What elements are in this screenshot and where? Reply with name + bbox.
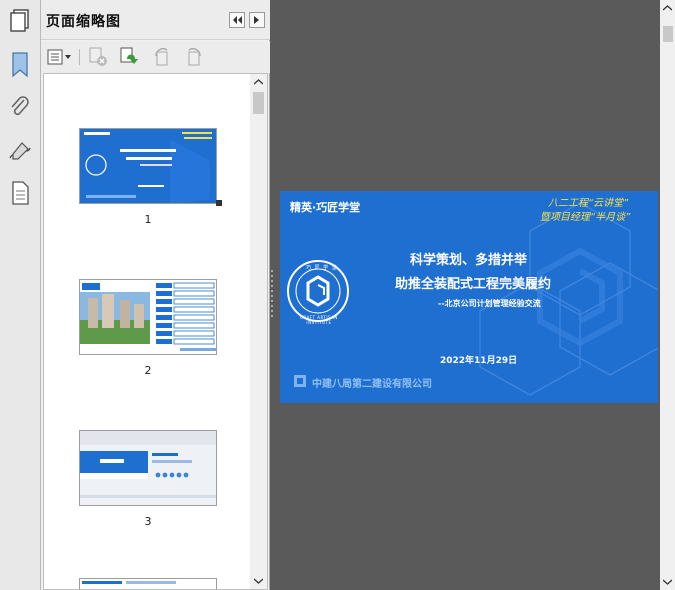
layers-icon[interactable] [5,178,35,208]
thumbnail-3-preview [80,431,216,505]
chevron-down-icon [663,579,672,585]
page-thumbnail-1[interactable] [79,128,217,204]
panel-header: 页面缩略图 [41,0,270,40]
page-thumbnails-icon[interactable] [5,6,35,36]
slide-slogan-line1: 八二工程“云讲堂” [548,198,629,209]
thumbnail-scrollbar[interactable] [250,74,267,589]
bookmarks-icon[interactable] [5,50,35,80]
chevron-right-icon [254,16,259,24]
document-view[interactable]: 精英·巧匠学堂 八二工程“云讲堂” 暨项目经理“半月谈” 巧 匠 学 堂 CRA… [274,0,660,590]
slide-subtitle: --北京公司计划管理经验交流 [438,299,541,308]
collapse-panel-button[interactable] [229,12,245,28]
chevron-up-icon [663,5,672,11]
delete-page-button[interactable] [87,47,109,67]
slide-title-line2: 助推全装配式工程完美履约 [395,277,552,292]
rotate-right-button[interactable] [183,47,205,67]
chevron-down-icon [254,578,263,584]
attachments-icon[interactable] [5,93,35,123]
thumbnail-panel: 页面缩略图 1 2 3 [41,0,270,590]
rotate-left-icon [155,48,168,66]
thumbnail-toolbar [41,41,270,73]
slide-seal-text-bottom: CRAFT ARTISAN INSTITUTE [300,315,338,325]
document-scroll-down-button[interactable] [660,574,675,590]
scroll-down-button[interactable] [250,573,267,589]
chevron-up-icon [254,79,263,85]
scroll-thumb[interactable] [253,92,264,114]
scroll-up-button[interactable] [250,74,267,90]
slide-slogan-line2: 暨项目经理“半月谈” [540,212,631,223]
slide-seal-text-top: 巧 匠 学 堂 [306,265,338,271]
options-menu-button[interactable] [47,47,73,67]
rotate-right-icon [188,48,201,66]
thumbnail-page-number: 1 [144,213,152,226]
thumbnail-page-number: 2 [144,364,152,377]
slide-title-line1: 科学策划、多措并举 [410,253,528,268]
thumbnail-page-number: 3 [144,515,152,528]
document-scroll-thumb[interactable] [663,26,673,42]
document-scrollbar[interactable] [660,0,675,590]
insert-page-icon [120,47,138,64]
slide-date: 2022年11月29日 [440,356,518,366]
signatures-icon[interactable] [5,136,35,166]
rotate-left-button[interactable] [151,47,173,67]
current-page-slide: 精英·巧匠学堂 八二工程“云讲堂” 暨项目经理“半月谈” 巧 匠 学 堂 CRA… [280,191,658,403]
thumbnail-resize-handle[interactable] [216,200,222,206]
slide-company: 中建八局第二建设有限公司 [312,379,432,390]
thumbnail-1-preview [80,129,216,203]
panel-options-button[interactable] [249,12,265,28]
delete-page-icon [89,47,107,66]
panel-title: 页面缩略图 [46,14,121,30]
thumbnail-list[interactable]: 1 2 3 [43,73,268,590]
thumbnail-4-preview [80,579,216,589]
page-thumbnail-4[interactable] [79,578,217,589]
navigation-rail [0,0,41,590]
page-thumbnail-2[interactable] [79,279,217,355]
options-menu-icon [47,49,71,65]
thumbnail-2-preview [80,280,216,354]
insert-page-button[interactable] [119,47,141,67]
toolbar-divider [79,49,80,65]
double-chevron-left-icon [233,16,242,24]
document-scroll-up-button[interactable] [660,0,675,16]
page-thumbnail-3[interactable] [79,430,217,506]
slide-brand: 精英·巧匠学堂 [290,201,361,214]
